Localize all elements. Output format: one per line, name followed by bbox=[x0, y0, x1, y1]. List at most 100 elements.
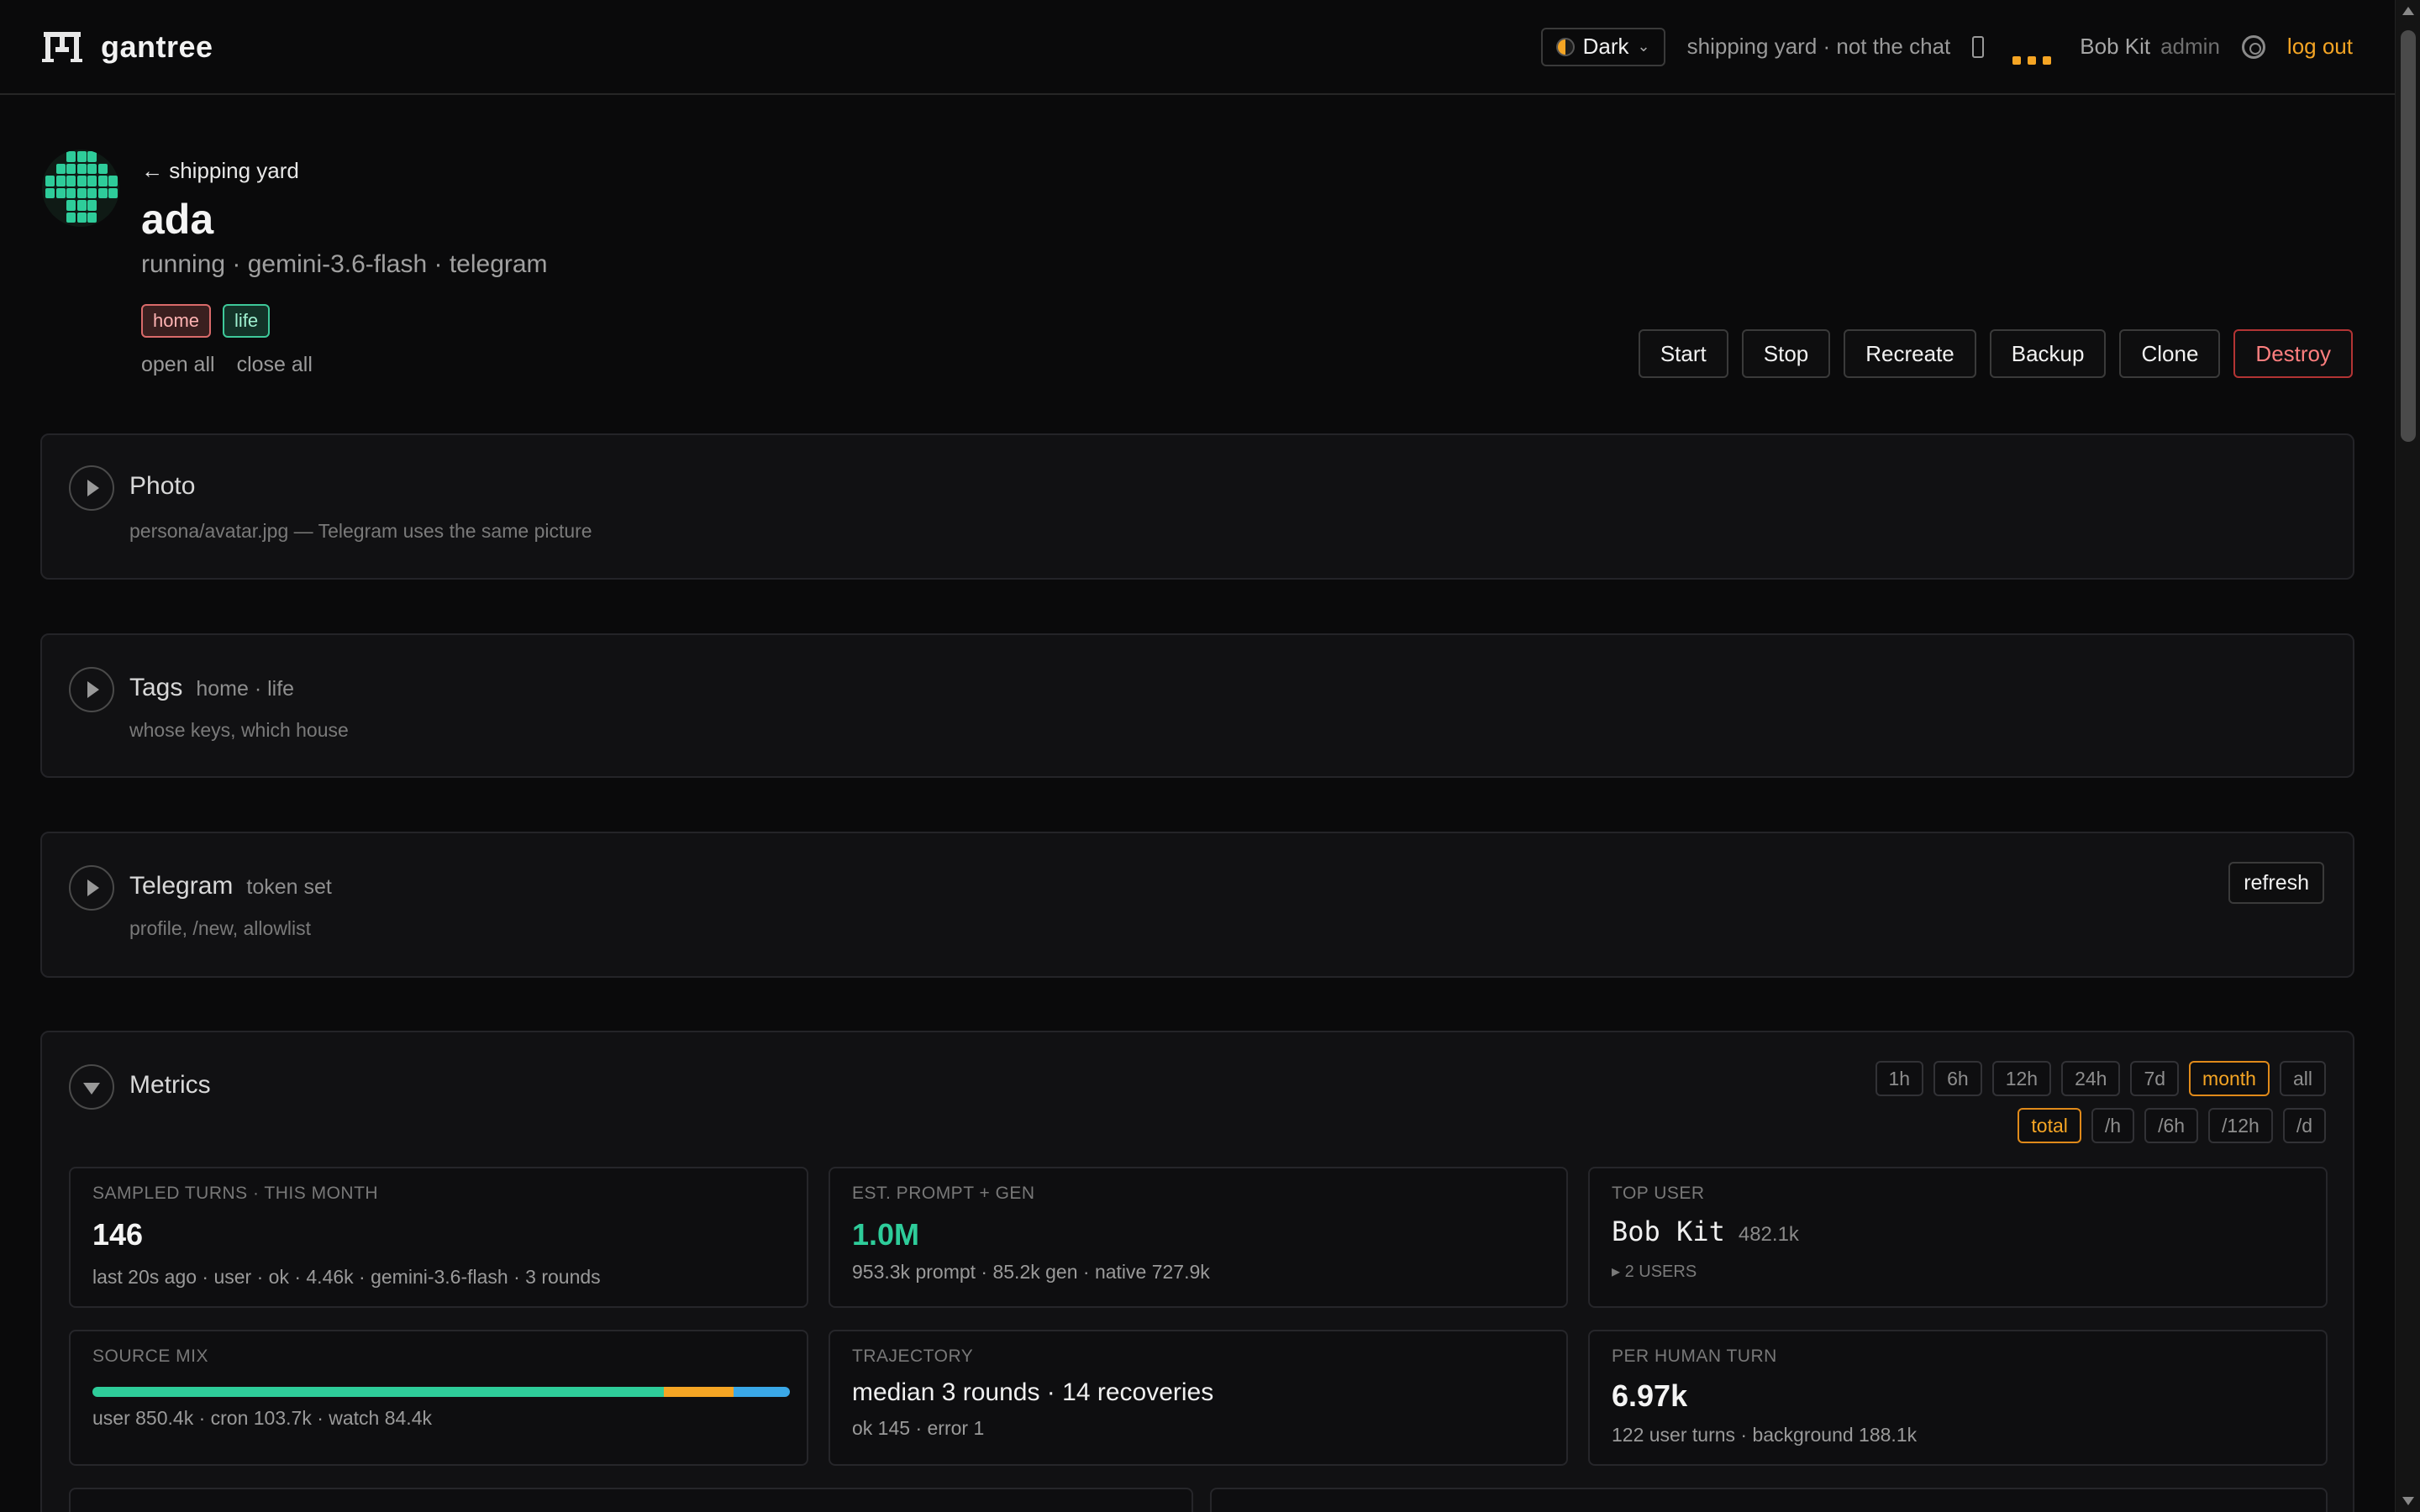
tags-desc: whose keys, which house bbox=[129, 719, 349, 741]
avatar-pixel bbox=[55, 176, 66, 186]
avatar-pixel bbox=[76, 176, 87, 186]
tags-expand-toggle[interactable] bbox=[69, 667, 114, 712]
photo-desc: persona/avatar.jpg — Telegram uses the s… bbox=[129, 520, 592, 542]
avatar-pixel bbox=[66, 212, 76, 223]
start-button[interactable]: Start bbox=[1638, 329, 1728, 378]
avatar-pixel bbox=[76, 163, 87, 174]
chevron-down-icon bbox=[83, 1083, 100, 1095]
logout-link[interactable]: log out bbox=[2287, 34, 2353, 60]
avatar-pixel bbox=[76, 212, 87, 223]
gear-icon[interactable] bbox=[2241, 34, 2265, 59]
per-turn-detail: 122 user turns · background 188.1k bbox=[1612, 1424, 1918, 1446]
scroll-down-arrow-icon[interactable] bbox=[2402, 1497, 2414, 1505]
play-icon bbox=[87, 681, 99, 698]
metrics-card-lower-left bbox=[69, 1488, 1193, 1512]
top-user-card: TOP USER Bob Kit 482.1k ▸ 2 USERS bbox=[1588, 1167, 2328, 1308]
tags-title: Tags bbox=[129, 674, 183, 701]
source-mix-detail: user 850.4k · cron 103.7k · watch 84.4k bbox=[92, 1407, 432, 1429]
tags-summary: home · life bbox=[196, 677, 295, 701]
per-turn-label: PER HUMAN TURN bbox=[1612, 1347, 1777, 1366]
users-expander[interactable]: ▸ 2 USERS bbox=[1612, 1261, 1697, 1282]
brand-name: gantree bbox=[101, 29, 213, 64]
chevron-down-icon: ⌄ bbox=[1637, 38, 1650, 55]
source-mix-segment-user bbox=[92, 1387, 664, 1397]
avatar-pixel bbox=[87, 176, 97, 186]
telegram-desc: profile, /new, allowlist bbox=[129, 917, 312, 939]
theme-icon bbox=[1555, 37, 1575, 56]
photo-expand-toggle[interactable] bbox=[69, 465, 114, 511]
range-button-24h[interactable]: 24h bbox=[2061, 1061, 2121, 1096]
rate-button-per-6h[interactable]: /6h bbox=[2144, 1108, 2199, 1143]
rate-button-per-d[interactable]: /d bbox=[2282, 1108, 2326, 1143]
avatar-pixel bbox=[66, 163, 76, 174]
avatar-pixel bbox=[66, 176, 76, 186]
avatar-pixel bbox=[66, 200, 76, 211]
photo-panel: Photo persona/avatar.jpg — Telegram uses… bbox=[40, 433, 2354, 580]
prompt-card: EST. PROMPT + GEN 1.0M 953.3k prompt · 8… bbox=[829, 1167, 1568, 1308]
range-button-month[interactable]: month bbox=[2189, 1061, 2270, 1096]
telegram-expand-toggle[interactable] bbox=[69, 865, 114, 911]
open-all-link[interactable]: open all bbox=[141, 353, 215, 377]
photo-title: Photo bbox=[129, 472, 196, 500]
tag-chip-life[interactable]: life bbox=[223, 304, 271, 338]
scroll-thumb[interactable] bbox=[2401, 30, 2416, 442]
per-turn-value: 6.97k bbox=[1612, 1378, 1688, 1413]
theme-select[interactable]: Dark ⌄ bbox=[1540, 27, 1665, 66]
rate-button-per-h[interactable]: /h bbox=[2091, 1108, 2135, 1143]
metrics-card-lower-right bbox=[1210, 1488, 2328, 1512]
theme-value: Dark bbox=[1582, 34, 1629, 59]
avatar-pixel bbox=[108, 187, 118, 198]
stop-button[interactable]: Stop bbox=[1741, 329, 1831, 378]
scroll-up-arrow-icon[interactable] bbox=[2402, 7, 2414, 15]
telegram-title: Telegram bbox=[129, 872, 234, 900]
close-all-link[interactable]: close all bbox=[237, 353, 313, 377]
clone-button[interactable]: Clone bbox=[2119, 329, 2221, 378]
rate-selector: total/h/6h/12h/d bbox=[2018, 1108, 2326, 1143]
agent-actions: Start Stop Recreate Backup Clone Destroy bbox=[1638, 329, 2353, 378]
backup-button[interactable]: Backup bbox=[1989, 329, 2107, 378]
range-button-6h[interactable]: 6h bbox=[1933, 1061, 1982, 1096]
tag-chip-home[interactable]: home bbox=[141, 304, 212, 338]
trajectory-label: TRAJECTORY bbox=[852, 1347, 974, 1366]
brand[interactable]: gantree bbox=[42, 29, 213, 65]
range-button-12h[interactable]: 12h bbox=[1991, 1061, 2052, 1096]
prompt-label: EST. PROMPT + GEN bbox=[852, 1184, 1035, 1203]
range-button-7d[interactable]: 7d bbox=[2130, 1061, 2180, 1096]
tags-panel: Tags home · life whose keys, which house bbox=[40, 633, 2354, 778]
rate-button-per-12h[interactable]: /12h bbox=[2208, 1108, 2273, 1143]
turns-value: 146 bbox=[92, 1217, 144, 1252]
avatar-pixel bbox=[76, 151, 87, 162]
avatar-pixel bbox=[108, 176, 118, 186]
agent-subtitle: running · gemini-3.6-flash · telegram bbox=[141, 250, 548, 278]
range-button-all[interactable]: all bbox=[2279, 1061, 2326, 1096]
recreate-button[interactable]: Recreate bbox=[1844, 329, 1976, 378]
avatar-pixel bbox=[87, 187, 97, 198]
source-mix-segment-cron bbox=[663, 1387, 734, 1397]
avatar-pixel bbox=[45, 176, 55, 186]
user-role: admin bbox=[2160, 34, 2220, 59]
range-button-1h[interactable]: 1h bbox=[1875, 1061, 1924, 1096]
phone-icon[interactable] bbox=[1972, 35, 1985, 58]
back-link[interactable]: ← shipping yard bbox=[141, 158, 299, 184]
refresh-button[interactable]: refresh bbox=[2228, 862, 2324, 904]
user-avatar[interactable] bbox=[2006, 26, 2058, 68]
top-user-name: Bob Kit bbox=[1612, 1215, 1725, 1247]
agent-name: ada bbox=[141, 196, 214, 243]
metrics-collapse-toggle[interactable] bbox=[69, 1064, 114, 1110]
source-mix-card: SOURCE MIX user 850.4k · cron 103.7k · w… bbox=[69, 1330, 808, 1466]
trajectory-detail: ok 145 · error 1 bbox=[852, 1417, 985, 1439]
telegram-status: token set bbox=[246, 875, 332, 899]
prompt-value: 1.0M bbox=[852, 1217, 920, 1252]
tag-chips: home life bbox=[141, 304, 271, 338]
source-mix-segment-watch bbox=[733, 1387, 790, 1397]
trajectory-card: TRAJECTORY median 3 rounds · 14 recoveri… bbox=[829, 1330, 1568, 1466]
avatar-pixel bbox=[97, 187, 108, 198]
destroy-button[interactable]: Destroy bbox=[2233, 329, 2353, 378]
source-mix-bar bbox=[92, 1387, 790, 1397]
open-close-links: open all close all bbox=[141, 353, 313, 377]
rate-button-total[interactable]: total bbox=[2018, 1108, 2081, 1143]
page-scrollbar[interactable] bbox=[2395, 0, 2420, 1512]
avatar-pixel bbox=[76, 200, 87, 211]
metrics-title: Metrics bbox=[129, 1071, 211, 1099]
prompt-detail: 953.3k prompt · 85.2k gen · native 727.9… bbox=[852, 1261, 1210, 1283]
